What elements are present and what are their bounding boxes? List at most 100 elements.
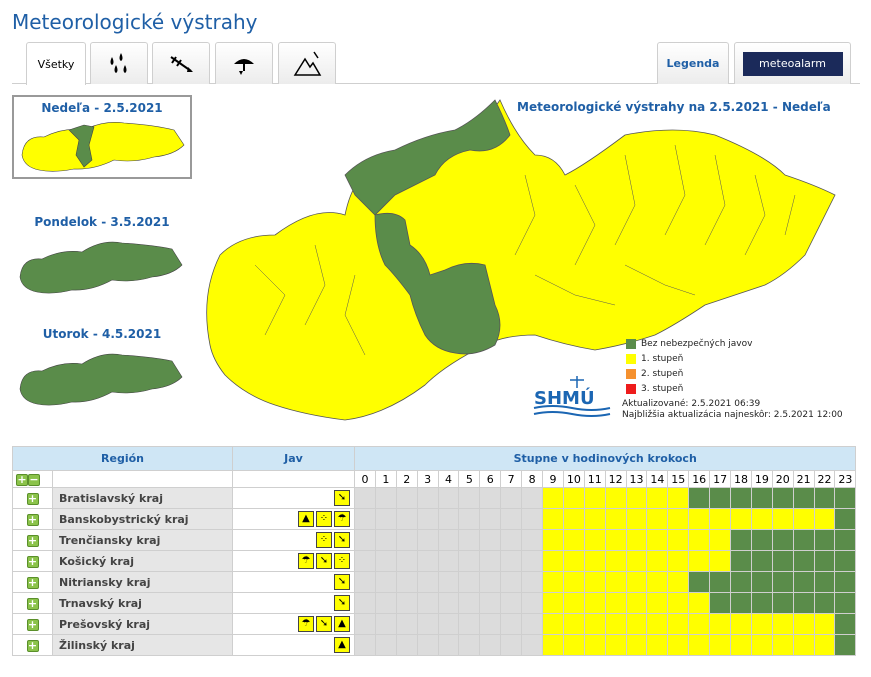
table-row[interactable]: + Žilinský kraj ▲ (12, 634, 857, 656)
expand-cell[interactable]: + (12, 529, 53, 551)
expand-icon[interactable]: + (26, 534, 39, 547)
expand-cell[interactable]: + (12, 592, 53, 614)
tab-bar: Všetky Legenda meteoalarm (12, 42, 860, 85)
expand-icon[interactable]: + (26, 576, 39, 589)
hour-step-cell (709, 529, 732, 551)
wind-icon[interactable]: ➘ (316, 553, 332, 569)
expand-icon[interactable]: + (26, 597, 39, 610)
wind-icon[interactable]: ➘ (334, 490, 350, 506)
table-row[interactable]: + Nitriansky kraj ➘ (12, 571, 857, 593)
storm-icon[interactable]: ☂ (298, 553, 314, 569)
expand-icon[interactable]: + (26, 555, 39, 568)
hour-header: 17 (709, 470, 732, 488)
hour-step-cell (730, 508, 752, 530)
expand-cell[interactable]: + (12, 550, 53, 572)
hour-step-cell (604, 592, 627, 614)
expand-cell[interactable]: + (12, 487, 53, 509)
mountain-icon[interactable]: ▲ (298, 511, 314, 527)
expand-icon[interactable]: + (26, 639, 39, 652)
table-row[interactable]: + Prešovský kraj ☂ ➘ ▲ (12, 613, 857, 635)
hour-step-cell (688, 571, 711, 593)
expand-icon[interactable]: + (26, 513, 39, 526)
hour-step-cell (354, 508, 376, 530)
tab-wind[interactable] (152, 42, 210, 84)
hour-header: 16 (688, 470, 711, 488)
hour-step-cell (625, 487, 648, 509)
rain-icon[interactable]: ⁘ (316, 532, 332, 548)
tab-meteoalarm[interactable]: meteoalarm (734, 42, 851, 84)
hour-step-cell (458, 613, 481, 635)
tab-storm[interactable] (215, 42, 273, 84)
tab-legend-label: Legenda (666, 57, 720, 70)
table-row[interactable]: + Trenčiansky kraj ⁘ ➘ (12, 529, 857, 551)
hour-step-cell (709, 487, 732, 509)
hour-step-cell (771, 508, 794, 530)
hour-step-cell (604, 529, 627, 551)
mountain-icon[interactable]: ▲ (334, 616, 350, 632)
hour-step-cell (771, 550, 794, 572)
expand-cell[interactable]: + (12, 634, 53, 656)
hour-step-cell (667, 508, 690, 530)
tab-rain[interactable] (90, 42, 148, 84)
hour-step-cell (834, 550, 857, 572)
collapse-all-icon[interactable]: − (28, 473, 40, 486)
mountain-icon[interactable]: ▲ (334, 637, 350, 653)
expand-collapse-all[interactable]: + − (12, 470, 53, 488)
storm-icon[interactable]: ☂ (334, 511, 350, 527)
hour-step-cell (646, 613, 669, 635)
rain-icon[interactable]: ⁘ (334, 553, 350, 569)
region-name: Nitriansky kraj (52, 571, 233, 593)
hour-header: 2 (395, 470, 418, 488)
wind-icon[interactable]: ➘ (334, 532, 350, 548)
hour-step-cell (813, 571, 836, 593)
hour-step-cell (479, 508, 502, 530)
tab-mountain[interactable] (278, 42, 336, 84)
day-monday[interactable]: Pondelok - 3.5.2021 (12, 215, 192, 305)
hour-step-cell (479, 613, 502, 635)
hour-step-cell (354, 634, 376, 656)
tab-all[interactable]: Všetky (26, 42, 86, 85)
hour-step-cell (521, 571, 544, 593)
expand-cell[interactable]: + (12, 571, 53, 593)
wind-icon[interactable]: ➘ (316, 616, 332, 632)
hour-step-cell (730, 487, 752, 509)
hour-step-cell (604, 613, 627, 635)
hour-step-cell (354, 592, 376, 614)
expand-cell[interactable]: + (12, 613, 53, 635)
last-update: Aktualizované: 2.5.2021 06:39 (622, 399, 761, 409)
wind-icon[interactable]: ➘ (334, 574, 350, 590)
day-sunday[interactable]: Nedeľa - 2.5.2021 (12, 95, 192, 179)
table-row[interactable]: + Trnavský kraj ➘ (12, 592, 857, 614)
hour-step-cell (500, 634, 523, 656)
expand-icon[interactable]: + (26, 492, 39, 505)
hour-step-cell (792, 529, 815, 551)
legend-swatch (626, 338, 636, 349)
hour-step-cell (542, 487, 564, 509)
hour-step-cell (730, 592, 752, 614)
table-row[interactable]: + Košický kraj ☂ ➘ ⁘ (12, 550, 857, 572)
table-row[interactable]: + Banskobystrický kraj ▲ ⁘ ☂ (12, 508, 857, 530)
table-row[interactable]: + Bratislavský kraj ➘ (12, 487, 857, 509)
hour-step-cell (667, 634, 690, 656)
hour-step-cell (416, 508, 439, 530)
expand-cell[interactable]: + (12, 508, 53, 530)
hour-header: 15 (667, 470, 690, 488)
hour-step-cell (771, 571, 794, 593)
hour-step-cell (562, 634, 585, 656)
day-tuesday[interactable]: Utorok - 4.5.2021 (12, 327, 192, 417)
header-jav: Jav (232, 446, 355, 471)
expand-icon[interactable]: + (26, 618, 39, 631)
tab-legend[interactable]: Legenda (657, 42, 729, 84)
legend-swatch (626, 383, 636, 394)
hour-step-cell (374, 592, 397, 614)
storm-icon[interactable]: ☂ (298, 616, 314, 632)
expand-all-icon[interactable]: + (16, 473, 28, 486)
hour-step-cell (395, 571, 418, 593)
hour-step-cell (709, 634, 732, 656)
hour-step-cell (709, 592, 732, 614)
rain-icon[interactable]: ⁘ (316, 511, 332, 527)
wind-icon[interactable]: ➘ (334, 595, 350, 611)
region-rows: + Bratislavský kraj ➘ + Banskobystrický kraj… (12, 487, 857, 656)
hour-header: 11 (583, 470, 606, 488)
hour-step-cell (354, 550, 376, 572)
